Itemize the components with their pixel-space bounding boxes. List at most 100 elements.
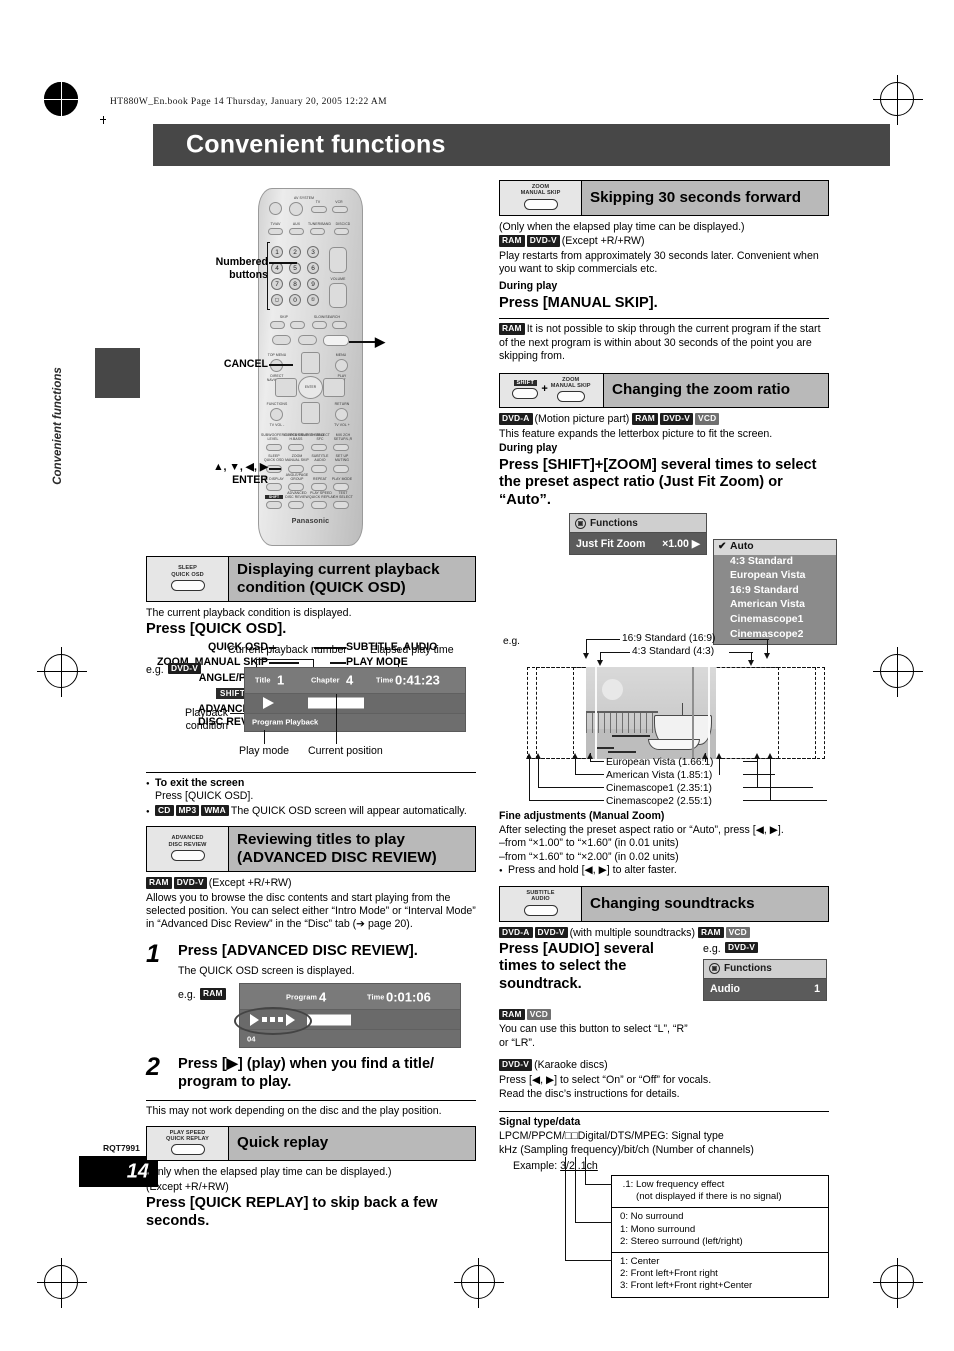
crop-line-left [103, 116, 104, 124]
karaoke-line-2: Read the disc’s instructions for details… [499, 1087, 680, 1100]
remote-setup-muting-button[interactable] [333, 465, 349, 473]
remote-advanced-disc-review-button[interactable] [288, 501, 304, 509]
remote-volume-rocker[interactable] [329, 283, 347, 308]
remote-shift-button[interactable] [266, 501, 282, 509]
remote-label-tv-vol-minus: TV VOL - [269, 423, 285, 427]
remote-num-5[interactable]: 5 [289, 262, 301, 274]
callout-play: ▶ [375, 334, 385, 349]
chip-label-quick-osd: QUICK OSD [171, 571, 204, 578]
side-tab-label: Convenient functions [52, 367, 64, 485]
remote-quick-replay-button[interactable] [311, 501, 327, 509]
remote-skip-back-button[interactable] [270, 321, 285, 329]
aspect-label-4-3-standard: 4:3 Standard (4:3) [632, 646, 715, 658]
remote-label-functions: FUNCTIONS [266, 402, 288, 406]
divider-quick-osd [146, 771, 476, 773]
remote-repeat-button[interactable] [311, 483, 327, 491]
remote-mix2ch-button[interactable] [333, 444, 349, 451]
remote-functions-button[interactable] [270, 408, 283, 421]
leader-43-top-r [729, 652, 753, 654]
chip-label-manual-skip-2: MANUAL SKIP [550, 382, 591, 389]
osd-title-label: Title [255, 675, 271, 685]
signal-table: .1: Low frequency effect (not displayed … [611, 1174, 829, 1298]
signal-surround-l1: 0: No surround [620, 1211, 684, 1223]
soundtracks-karaoke-line: DVD-V (Karaoke discs) [499, 1059, 829, 1072]
remote-aux-button[interactable] [289, 228, 304, 235]
leader-am-rv [719, 756, 721, 776]
option-american-vista[interactable]: American Vista [714, 598, 836, 613]
remote-num-7[interactable]: 7 [271, 278, 283, 290]
zoom-ratio-badges-line: DVD-A (Motion picture part) RAM DVD-V VCD [499, 413, 829, 426]
quick-osd-callout-playback-condition: Playback condition [185, 706, 228, 732]
remote-label-test-chselect: TEST CH SELECT [333, 491, 353, 499]
quick-replay-note-2: (Except +R/+RW) [146, 1180, 229, 1193]
remote-dpad-up[interactable] [301, 352, 320, 374]
option-european-vista[interactable]: European Vista [714, 569, 836, 584]
remote-dpad-right[interactable] [323, 378, 345, 397]
remote-return-button[interactable] [335, 408, 348, 421]
remote-num-10[interactable]: ① [307, 294, 319, 306]
adr-footnote: This may not work depending on the disc … [146, 1105, 442, 1118]
remote-dpad-left[interactable] [275, 378, 297, 397]
adr-step-1-text: Press [ADVANCED DISC REVIEW]. [178, 942, 418, 959]
remote-av-power-button[interactable] [289, 202, 303, 216]
remote-power-button[interactable] [269, 202, 282, 215]
remote-num-4[interactable]: 4 [271, 262, 283, 274]
remote-label-playspeed-quickreplay: PLAY SPEED QUICK REPLAY [309, 491, 336, 499]
remote-label-enter: ENTER [304, 385, 317, 389]
remote-zoom-manual-skip-button[interactable] [288, 465, 304, 473]
remote-test-button[interactable] [333, 501, 349, 509]
leader-eu-lv [590, 753, 592, 763]
remote-stop-button[interactable] [272, 335, 291, 345]
remote-subtitle-audio-button[interactable] [311, 465, 327, 473]
leader-cs2-r [743, 800, 827, 802]
remote-slow-back-button[interactable] [312, 321, 327, 329]
adr-step-1-sub: The QUICK OSD screen is displayed. [178, 964, 355, 977]
option-cinemascope1[interactable]: Cinemascope1 [714, 613, 836, 628]
remote-num-0[interactable]: 0 [289, 294, 301, 306]
chip-label-zoom: ZOOM [531, 184, 550, 190]
badge-vcd-audio: VCD [526, 1008, 551, 1021]
remote-dpad-down[interactable] [301, 402, 320, 424]
remote-num-8[interactable]: 8 [289, 278, 301, 290]
remote-play-button[interactable] [323, 335, 349, 346]
remote-num-1[interactable]: 1 [271, 246, 283, 258]
remote-num-9[interactable]: 9 [307, 278, 319, 290]
remote-num-6[interactable]: 6 [307, 262, 319, 274]
functions-menu-row-just-fit-zoom[interactable]: Just Fit Zoom ×1.00 ▶ [570, 533, 706, 555]
option-16-9-standard[interactable]: 16:9 Standard [714, 584, 836, 599]
remote-label-advanced-disc-review: ADVANCED DISC REVIEW [285, 491, 309, 499]
remote-cfocus-button[interactable] [288, 444, 304, 451]
remote-menu-button[interactable] [335, 359, 348, 372]
remote-tuner-button[interactable] [310, 228, 325, 235]
bracket-numbered-buttons [267, 242, 270, 310]
functions-menu-row-audio[interactable]: Audio 1 [704, 978, 826, 1000]
remote-angle-page-button[interactable] [288, 483, 304, 491]
remote-tvav-button[interactable] [268, 228, 283, 235]
registration-mark-bottom-center [454, 1258, 504, 1308]
remote-tv-button[interactable] [311, 206, 327, 213]
leader-cs1-r [743, 787, 813, 789]
remote-pause-button[interactable] [298, 335, 317, 345]
adr-osd-time-value: 0:01:06 [386, 989, 431, 1005]
remote-skip-fwd-button[interactable] [290, 321, 305, 329]
remote-chselect-button[interactable] [311, 444, 327, 451]
remote-play-mode-button[interactable] [333, 483, 349, 491]
remote-num-3[interactable]: 3 [307, 246, 319, 258]
remote-subwoofer-button[interactable] [266, 444, 282, 451]
remote-label-subtitle-audio: SUBTITLE AUDIO [311, 454, 329, 462]
remote-vcr-button[interactable] [332, 206, 348, 213]
section-title-advanced-disc-review: Reviewing titles to play (ADVANCED DISC … [237, 831, 437, 867]
remote-disc-cd-button[interactable] [334, 228, 349, 235]
remote-label-top-menu: TOP MENU [267, 353, 287, 357]
remote-search-fwd-button[interactable] [332, 321, 347, 329]
leader-playback-number-r [313, 658, 315, 667]
remote-cancel-button[interactable]: ◻ [271, 294, 283, 306]
remote-fl-display-button[interactable] [266, 483, 282, 491]
option-4-3-standard[interactable]: 4:3 Standard [714, 555, 836, 570]
registration-mark-bottom-right [873, 1258, 923, 1308]
remote-ch-rocker[interactable] [329, 247, 347, 273]
option-auto[interactable]: Auto [714, 540, 836, 555]
registration-mark-mid-left [37, 647, 87, 697]
remote-num-2[interactable]: 2 [289, 246, 301, 258]
leader-eu-l [590, 761, 604, 763]
